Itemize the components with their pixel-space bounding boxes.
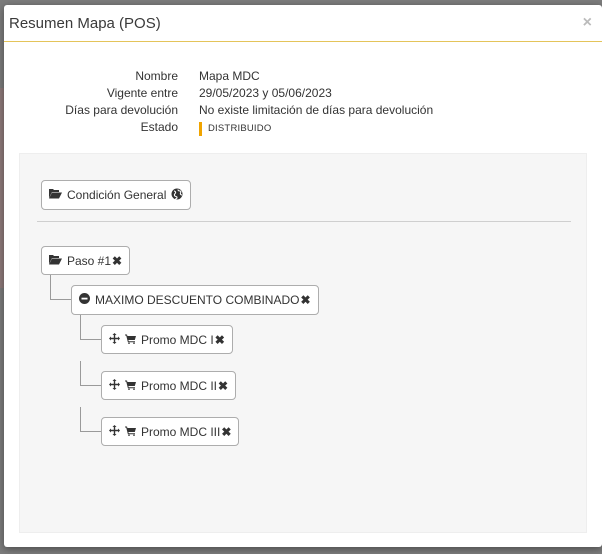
info-row-validity: Vigente entre 29/05/2023 y 05/06/2023 (4, 85, 602, 102)
remove-promo-icon[interactable]: ✖ (221, 425, 231, 439)
remove-promo-icon[interactable]: ✖ (218, 379, 228, 393)
info-label: Nombre (135, 69, 178, 83)
info-value: 29/05/2023 y 05/06/2023 (199, 86, 332, 100)
info-label: Vigente entre (106, 86, 178, 100)
info-row-return-days: Días para devolución No existe limitació… (4, 102, 602, 119)
info-label: Días para devolución (65, 103, 178, 117)
step-node[interactable]: Paso #1 ✖ (41, 246, 131, 275)
close-button[interactable]: × (583, 14, 592, 32)
folder-open-icon (49, 254, 62, 268)
summary-modal: Resumen Mapa (POS) × Nombre Mapa MDC Vig… (4, 5, 602, 547)
cart-icon (125, 333, 136, 347)
move-arrows-icon[interactable] (109, 378, 120, 393)
remove-step-icon[interactable]: ✖ (112, 254, 122, 268)
group-node[interactable]: MAXIMO DESCUENTO COMBINADO ✖ (71, 285, 319, 315)
move-arrows-icon[interactable] (109, 332, 120, 347)
info-row-name: Nombre Mapa MDC (4, 68, 602, 85)
info-value: No existe limitación de días para devolu… (199, 103, 434, 117)
modal-title: Resumen Mapa (POS) (9, 14, 161, 32)
promo-node-2[interactable]: Promo MDC II ✖ (101, 371, 237, 400)
cart-icon (125, 379, 136, 393)
minus-circle-icon (79, 293, 90, 307)
general-condition-label: Condición General (67, 188, 167, 202)
cart-icon (125, 425, 136, 439)
rules-tree-panel: Condición General Paso #1 ✖ MAXIMO DESCU… (19, 153, 587, 533)
promo-label: Promo MDC III (141, 424, 221, 439)
group-label: MAXIMO DESCUENTO COMBINADO (95, 293, 300, 307)
step-label: Paso #1 (67, 253, 112, 268)
map-info: Nombre Mapa MDC Vigente entre 29/05/2023… (4, 68, 602, 136)
info-label: Estado (140, 120, 178, 134)
general-condition-button[interactable]: Condición General (41, 180, 192, 210)
promo-label: Promo MDC I (141, 332, 214, 347)
info-row-status: Estado DISTRIBUIDO (4, 119, 602, 136)
modal-header: Resumen Mapa (POS) × (4, 5, 602, 42)
move-arrows-icon[interactable] (109, 424, 120, 439)
status-wrapper: DISTRIBUIDO (199, 119, 271, 136)
section-divider (37, 221, 571, 222)
promo-node-3[interactable]: Promo MDC III ✖ (101, 417, 240, 446)
folder-open-icon (49, 188, 62, 202)
remove-group-icon[interactable]: ✖ (300, 293, 310, 307)
promo-label: Promo MDC II (141, 378, 218, 393)
status-badge: DISTRIBUIDO (199, 122, 271, 136)
globe-icon (171, 188, 183, 203)
remove-promo-icon[interactable]: ✖ (215, 333, 225, 347)
promo-node-1[interactable]: Promo MDC I ✖ (101, 325, 233, 354)
info-value: Mapa MDC (199, 69, 260, 83)
